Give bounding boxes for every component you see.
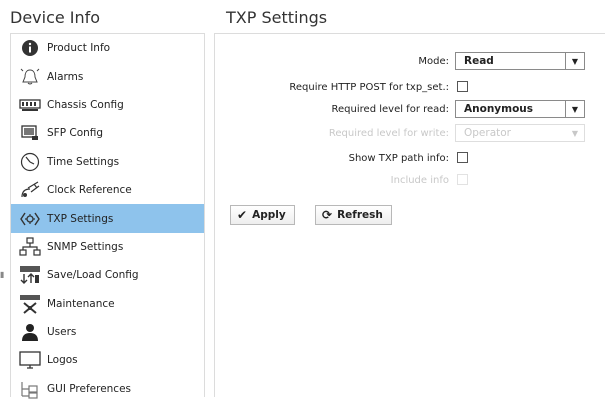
sidebar-item-label: Save/Load Config	[47, 269, 139, 282]
sidebar-item-time-settings[interactable]: Time Settings	[11, 148, 204, 176]
sidebar-item-label: GUI Preferences	[47, 382, 132, 395]
chevron-down-icon: ▼	[571, 128, 579, 138]
chevron-down-icon: ▼	[565, 53, 584, 69]
sidebar-item-save-load-config[interactable]: Save/Load Config	[11, 261, 204, 289]
sidebar-item-snmp-settings[interactable]: SNMP Settings	[11, 233, 204, 261]
read-level-select[interactable]: Anonymous ▼	[455, 100, 585, 118]
include-info-checkbox	[457, 174, 468, 185]
sidebar-item-label: Users	[47, 326, 77, 339]
refresh-icon: ⟳	[322, 208, 333, 222]
clock-icon	[19, 151, 41, 173]
include-info-label: Include info	[390, 175, 449, 186]
info-icon	[19, 37, 41, 59]
read-level-value: Anonymous	[464, 103, 534, 115]
sidebar-item-clock-reference[interactable]: Clock Reference	[11, 176, 204, 204]
sidebar-item-alarms[interactable]: Alarms	[11, 62, 204, 90]
write-level-row: Required level for write: Operator ▼	[215, 124, 605, 144]
sidebar-item-logos[interactable]: Logos	[11, 346, 204, 374]
user-icon	[19, 321, 41, 343]
bell-icon	[19, 66, 41, 88]
read-level-label: Required level for read:	[331, 104, 449, 115]
apply-button[interactable]: ✔ Apply	[230, 205, 295, 225]
sidebar-item-chassis-config[interactable]: Chassis Config	[11, 91, 204, 119]
sidebar-item-label: Clock Reference	[47, 184, 132, 197]
sidebar-item-label: Maintenance	[47, 297, 115, 310]
read-level-row: Required level for read: Anonymous ▼	[215, 100, 605, 120]
maintenance-icon	[19, 293, 41, 315]
sidebar-item-product-info[interactable]: Product Info	[11, 34, 204, 62]
refresh-button[interactable]: ⟳ Refresh	[315, 205, 392, 225]
write-level-label: Required level for write:	[328, 128, 449, 139]
require-post-checkbox[interactable]	[457, 81, 468, 92]
sidebar-item-label: TXP Settings	[47, 212, 114, 225]
include-info-row: Include info	[215, 171, 605, 191]
sidebar-item-users[interactable]: Users	[11, 318, 204, 346]
show-path-row: Show TXP path info:	[215, 149, 605, 169]
sidebar-item-label: SNMP Settings	[47, 240, 124, 253]
scroll-edge-marker: ▮	[0, 270, 5, 279]
mode-select[interactable]: Read ▼	[455, 52, 585, 70]
write-level-value: Operator	[464, 127, 511, 139]
sidebar-item-label: Product Info	[47, 42, 111, 55]
sidebar-item-sfp-config[interactable]: SFP Config	[11, 119, 204, 147]
show-path-label: Show TXP path info:	[348, 153, 449, 164]
require-post-row: Require HTTP POST for txp_set.:	[215, 78, 605, 98]
sidebar-item-label: Logos	[47, 354, 78, 367]
sidebar-item-gui-preferences[interactable]: GUI Preferences	[11, 375, 204, 403]
sidebar-item-label: Time Settings	[47, 155, 120, 168]
sidebar-item-label: Chassis Config	[47, 98, 124, 111]
satellite-icon	[19, 179, 41, 201]
show-path-checkbox[interactable]	[457, 152, 468, 163]
sidebar-item-label: Alarms	[47, 70, 84, 83]
mode-row: Mode: Read ▼	[215, 52, 605, 72]
sidebar: Product Info Alarms Chassis Config SFP C…	[10, 33, 205, 399]
sidebar-item-txp-settings[interactable]: TXP Settings	[11, 204, 204, 233]
network-icon	[19, 236, 41, 258]
sidebar-item-maintenance[interactable]: Maintenance	[11, 290, 204, 318]
checkmark-icon: ✔	[237, 208, 248, 222]
mode-value: Read	[464, 55, 494, 67]
require-post-label: Require HTTP POST for txp_set.:	[289, 82, 449, 93]
refresh-label: Refresh	[337, 209, 383, 221]
device-info-title: Device Info	[10, 8, 101, 27]
write-level-select: Operator ▼	[455, 124, 585, 142]
sidebar-item-label: SFP Config	[47, 127, 104, 140]
sfp-icon	[19, 122, 41, 144]
page-title: TXP Settings	[226, 8, 328, 27]
txp-settings-panel: Mode: Read ▼ Require HTTP POST for txp_s…	[214, 33, 605, 397]
mode-label: Mode:	[418, 56, 449, 67]
chevron-down-icon: ▼	[565, 101, 584, 117]
txp-icon	[19, 208, 41, 230]
chassis-icon	[19, 94, 41, 116]
apply-label: Apply	[252, 209, 286, 221]
monitor-icon	[19, 349, 41, 371]
save-load-icon	[19, 264, 41, 286]
